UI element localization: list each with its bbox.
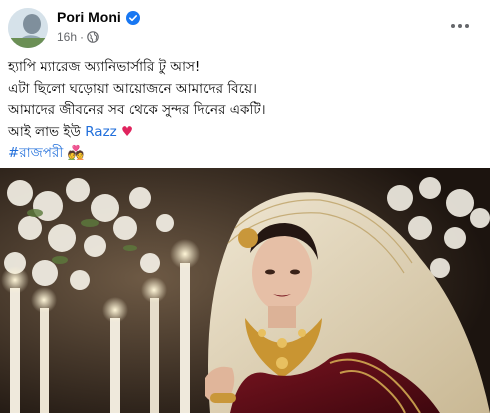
mention-link[interactable]: Razz bbox=[85, 124, 117, 140]
post-line-2: এটা ছিলো ঘড়োয়া আয়োজনে আমাদের বিয়ে। bbox=[8, 80, 257, 97]
post-timestamp[interactable]: 16h bbox=[57, 30, 77, 44]
post-line-5: #রাজপরী 💑 bbox=[8, 143, 483, 165]
post-header: Pori Moni 16h · bbox=[0, 0, 490, 50]
meta-separator: · bbox=[80, 30, 85, 44]
author-avatar[interactable] bbox=[8, 8, 48, 48]
post-line-4: আই লাভ ইউ Razz ♥ bbox=[8, 122, 483, 144]
post-line-3: আমাদের জীবনের সব থেকে সুন্দর দিনের একটি। bbox=[8, 102, 266, 118]
heart-emoji: ♥ bbox=[121, 123, 134, 140]
post-body: হ্যাপি ম্যারেজ অ্যানিভার্সারি টু আস! এটা… bbox=[8, 57, 483, 165]
post-photo[interactable] bbox=[0, 168, 490, 413]
verified-badge-icon bbox=[125, 10, 140, 25]
post-line-1: হ্যাপি ম্যারেজ অ্যানিভার্সারি টু আস! bbox=[8, 59, 201, 75]
hashtag-link[interactable]: #রাজপরী bbox=[8, 145, 63, 161]
globe-icon[interactable] bbox=[87, 31, 99, 43]
more-options-icon[interactable] bbox=[448, 14, 472, 38]
love-text: আই লাভ ইউ bbox=[8, 123, 86, 140]
author-name[interactable]: Pori Moni bbox=[57, 9, 121, 25]
couple-emoji: 💑 bbox=[67, 145, 85, 161]
